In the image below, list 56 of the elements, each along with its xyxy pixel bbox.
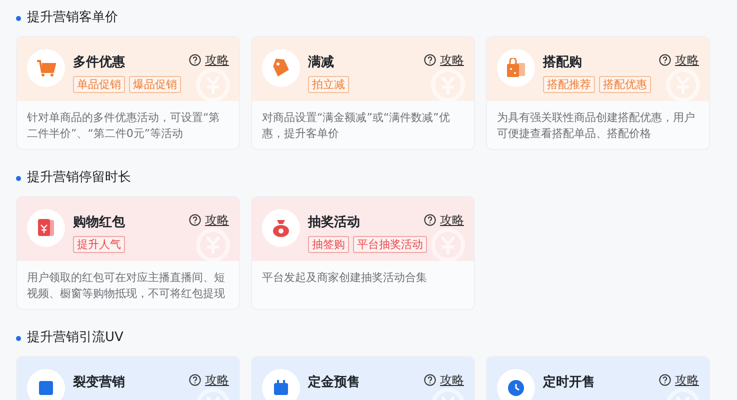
coin-drawing [665,67,701,101]
help-icon [424,374,436,386]
card-title: 抽奖活动 [308,214,360,232]
help-icon [659,54,671,66]
activity-card[interactable]: 满减 拍立减 攻略 对商品设置“满金额减”或“满件数减”优惠，提升客单价 [251,36,475,150]
coin-drawing [430,227,466,261]
card-title: 定时开售 [543,374,595,392]
activity-card[interactable]: 抽奖活动 抽签购 平台抽奖活动 攻略 平台发起及商家创建抽奖活动合集 [251,196,475,310]
guide-link[interactable]: 攻略 [424,371,464,389]
help-icon [424,214,436,226]
activity-card[interactable]: 搭配购 搭配推荐 搭配优惠 攻略 为具有强关联性商品创建搭配优惠，用户可便捷查看搭配单品、搭配价格 [486,36,710,150]
tag: 拍立减 [308,76,349,93]
card-title: 满减 [308,54,334,72]
section-title: 提升营销客单价 [27,9,118,28]
help-icon [424,54,436,66]
guide-link[interactable]: 攻略 [659,51,699,69]
card-title: 购物红包 [73,214,125,232]
card-description: 用户领取的红包可在对应主播直播间、短视频、橱窗等购物抵现，不可将红包提现 [26,270,226,302]
card-title: 搭配购 [543,54,582,72]
bullet-icon [16,16,21,20]
card-title: 多件优惠 [73,54,125,72]
bullet-icon [16,336,21,340]
tag: 抽签购 [308,236,349,253]
activity-card[interactable]: 购物红包 提升人气 攻略 用户领取的红包可在对应主播直播间、短视频、橱窗等购物抵现，不可将红包提现 [16,196,240,310]
tag: 单品促销 [73,76,125,93]
guide-link[interactable]: 攻略 [189,211,229,229]
activity-card[interactable]: 定时开售 攻略 [486,356,710,400]
tag: 搭配优惠 [599,76,651,93]
card-description: 平台发起及商家创建抽奖活动合集 [261,270,428,286]
card-description: 为具有强关联性商品创建搭配优惠，用户可便捷查看搭配单品、搭配价格 [496,110,696,142]
tag: 爆品促销 [129,76,181,93]
bullet-icon [16,176,21,180]
coin-drawing [430,67,466,101]
help-icon [659,374,671,386]
help-icon [189,374,201,386]
card-title: 定金预售 [308,374,360,392]
guide-link[interactable]: 攻略 [424,211,464,229]
guide-link[interactable]: 攻略 [189,371,229,389]
activity-card[interactable]: 定金预售 攻略 [251,356,475,400]
coin-drawing [195,227,231,261]
activity-card[interactable]: 多件优惠 单品促销 爆品促销 攻略 针对单商品的多件优惠活动，可设置“第二件半价”、“第二件0元”等活动 [16,36,240,150]
card-description: 针对单商品的多件优惠活动，可设置“第二件半价”、“第二件0元”等活动 [26,110,221,142]
coin-drawing [195,67,231,101]
tag: 平台抽奖活动 [353,236,427,253]
guide-link[interactable]: 攻略 [424,51,464,69]
section-title: 提升营销引流UV [27,329,124,348]
tag: 搭配推荐 [543,76,595,93]
activity-card[interactable]: 裂变营销 攻略 [16,356,240,400]
help-icon [189,54,201,66]
guide-link[interactable]: 攻略 [189,51,229,69]
help-icon [189,214,201,226]
card-title: 裂变营销 [73,374,125,392]
section-title: 提升营销停留时长 [27,169,131,188]
guide-link[interactable]: 攻略 [659,371,699,389]
tag: 提升人气 [73,236,125,253]
card-description: 对商品设置“满金额减”或“满件数减”优惠，提升客单价 [261,110,451,142]
